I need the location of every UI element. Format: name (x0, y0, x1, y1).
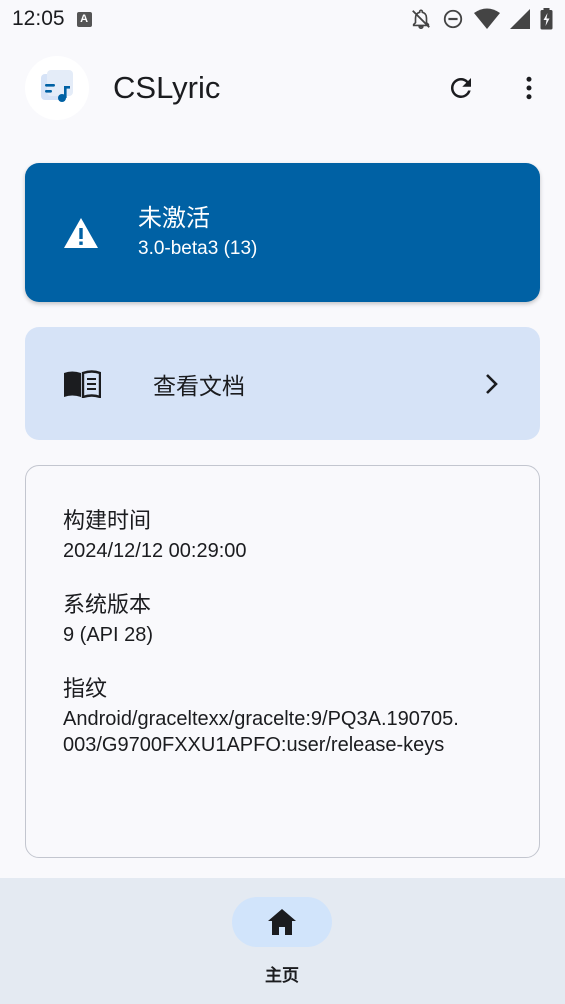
top-app-bar: CSLyric (25, 56, 549, 120)
view-docs-card[interactable]: 查看文档 (25, 327, 540, 440)
refresh-icon (450, 77, 471, 98)
app-logo-icon (25, 56, 89, 120)
cell-signal-icon (510, 9, 530, 29)
status-icons (410, 8, 553, 30)
app-version: 3.0-beta3 (13) (138, 237, 258, 259)
status-bar: 12:05 A (0, 0, 565, 38)
activation-status-text: 未激活 3.0-beta3 (13) (138, 202, 257, 264)
nav-home-indicator (232, 897, 332, 947)
book-icon (63, 369, 101, 398)
more-vert-icon (526, 76, 532, 100)
app-bar-actions (441, 68, 549, 108)
build-time-value: 2024/12/12 00:29:00 (63, 540, 247, 562)
activation-status-card[interactable]: 未激活 3.0-beta3 (13) (25, 163, 540, 302)
warning-icon (63, 217, 101, 249)
fingerprint-label: 指纹 (63, 677, 108, 702)
system-version-value: 9 (API 28) (63, 624, 154, 646)
fingerprint-value: Android/graceltexx/gracelte:9/PQ3A.19070… (63, 708, 459, 756)
system-version-label: 系统版本 (63, 593, 152, 618)
activation-status-title: 未激活 (138, 203, 210, 232)
system-version-item: 系统版本 9 (API 28) (63, 590, 502, 648)
battery-icon (540, 8, 553, 30)
wifi-icon (474, 8, 500, 30)
build-time-label: 构建时间 (63, 509, 152, 534)
bottom-navigation: 主页 (0, 878, 565, 1004)
nav-item-home[interactable]: 主页 (232, 897, 332, 986)
more-options-button[interactable] (509, 68, 549, 108)
build-time-item: 构建时间 2024/12/12 00:29:00 (63, 506, 502, 564)
bell-off-icon (410, 8, 432, 30)
chevron-right-icon (484, 372, 500, 396)
refresh-button[interactable] (441, 68, 481, 108)
device-info-card: 构建时间 2024/12/12 00:29:00 系统版本 9 (API 28)… (25, 465, 540, 858)
app-title: CSLyric (113, 70, 221, 105)
home-icon (268, 909, 296, 935)
notification-badge: A (76, 11, 92, 27)
view-docs-label: 查看文档 (153, 373, 245, 400)
nav-home-label: 主页 (265, 966, 299, 986)
do-not-disturb-icon (442, 8, 464, 30)
fingerprint-item: 指纹 Android/graceltexx/gracelte:9/PQ3A.19… (63, 674, 502, 758)
status-time: 12:05 (12, 7, 65, 30)
